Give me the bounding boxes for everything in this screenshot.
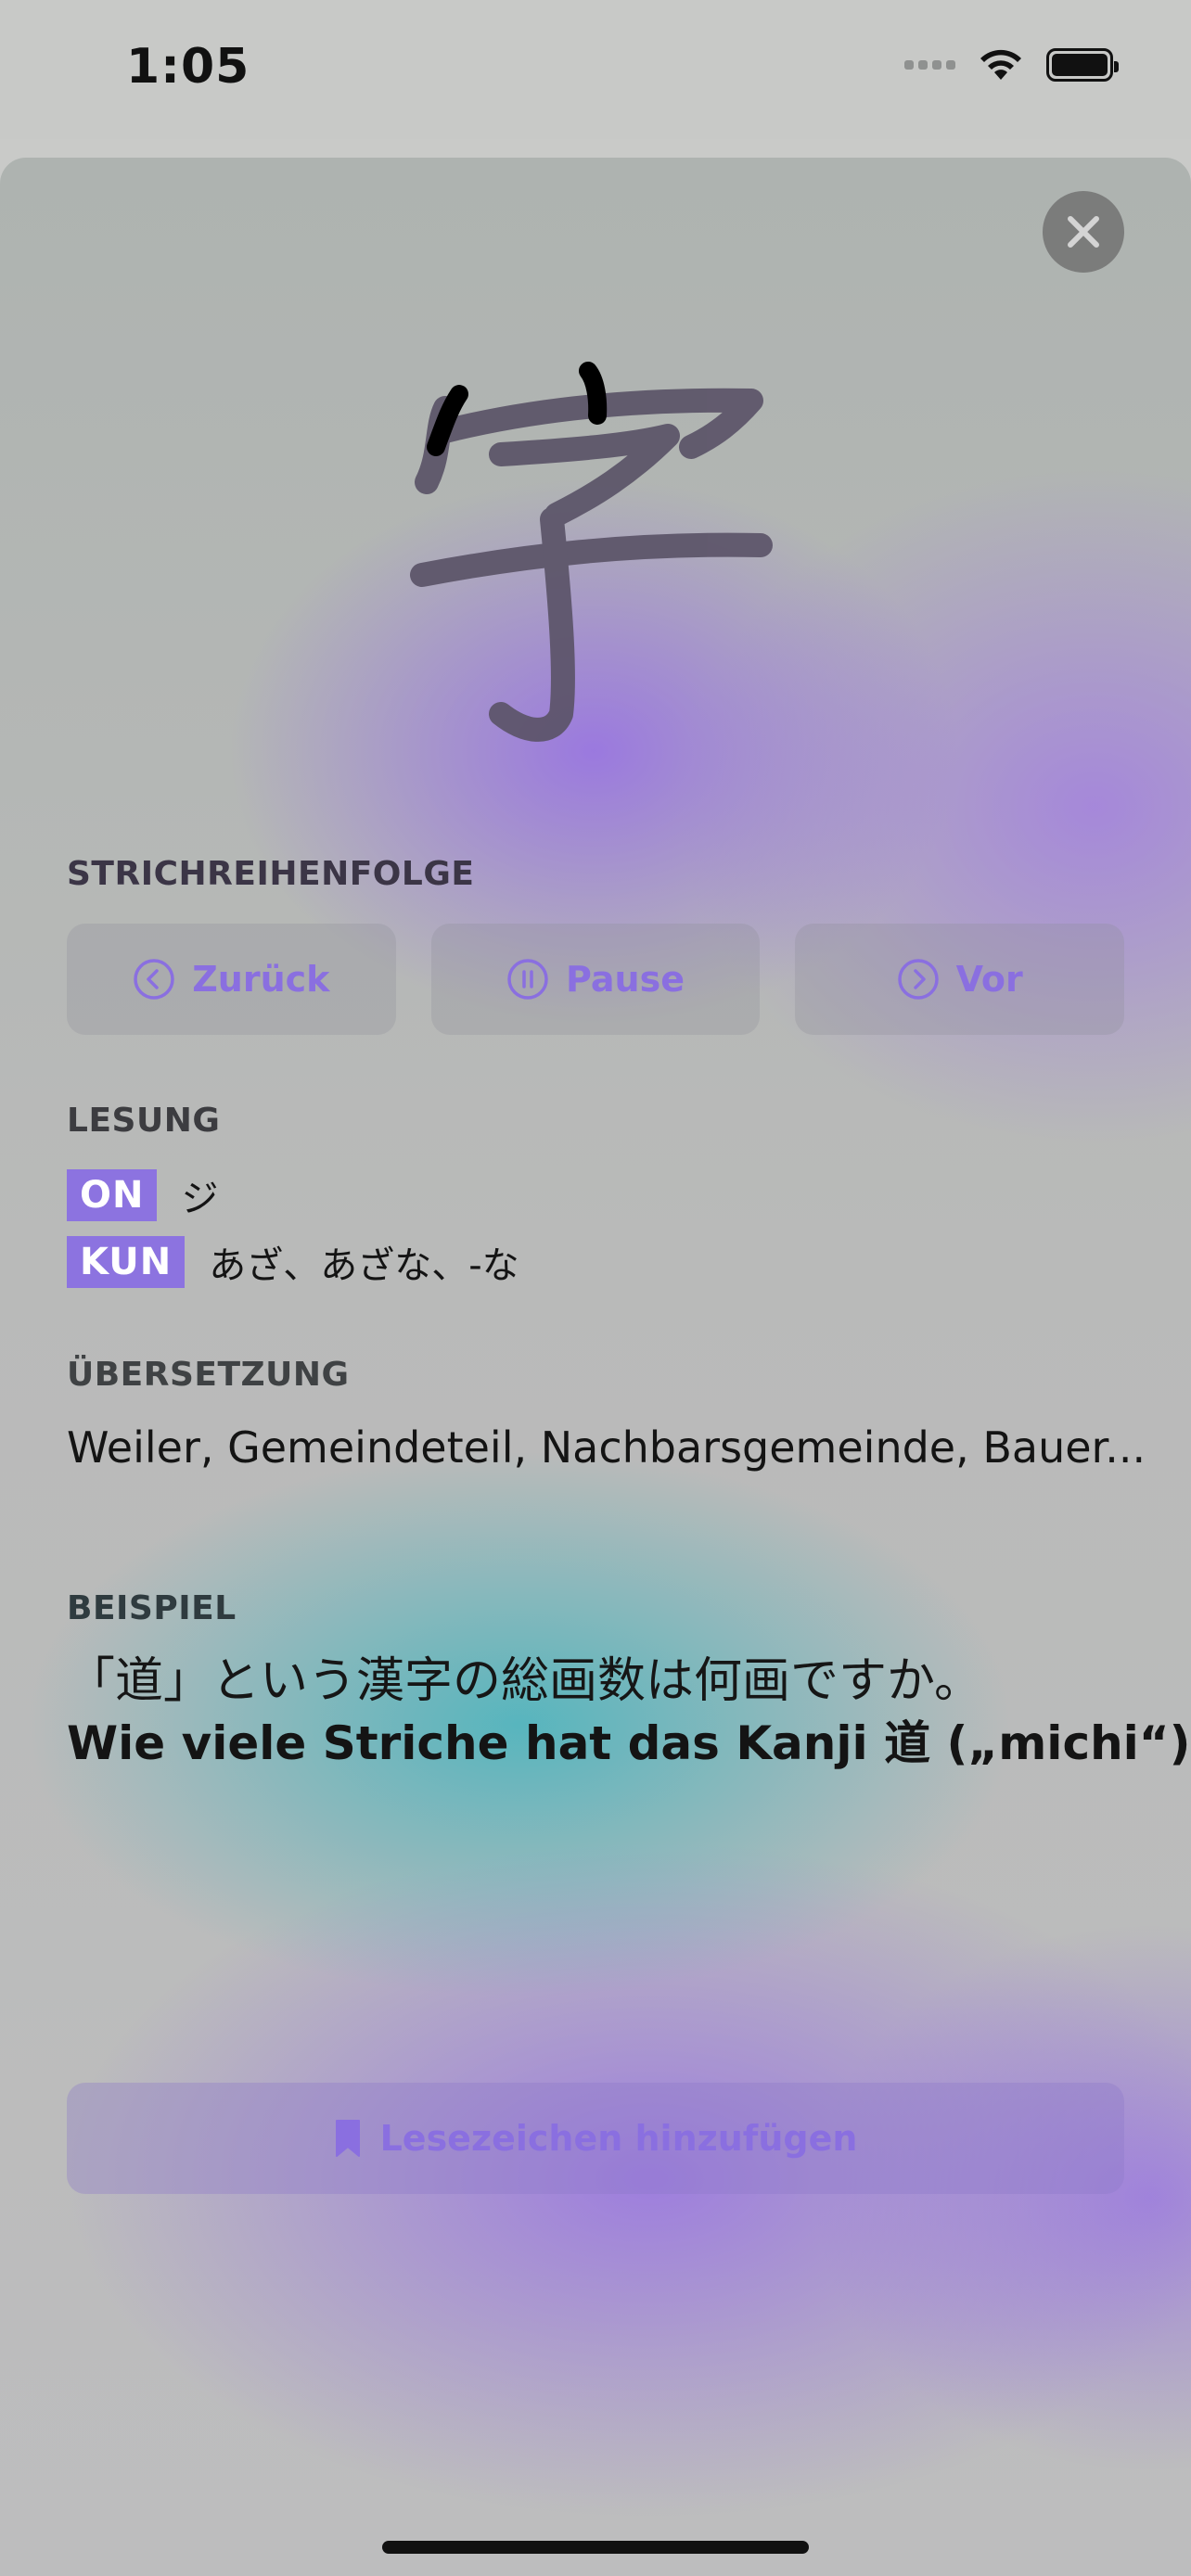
- close-button[interactable]: [1043, 191, 1124, 273]
- translation-text: Weiler, Gemeindeteil, Nachbarsgemeinde, …: [67, 1422, 1146, 1473]
- stroke-forward-button[interactable]: Vor: [795, 924, 1125, 1035]
- wifi-icon: [980, 49, 1021, 80]
- example-heading: BEISPIEL: [67, 1589, 237, 1627]
- stroke-forward-label: Vor: [955, 959, 1023, 1000]
- status-time: 1:05: [126, 39, 250, 95]
- add-bookmark-label: Lesezeichen hinzufügen: [379, 2118, 858, 2159]
- add-bookmark-button[interactable]: Lesezeichen hinzufügen: [67, 2083, 1124, 2194]
- cellular-signal-icon: [904, 60, 955, 70]
- kanji-stroke-drawing: [410, 362, 773, 742]
- status-bar: 1:05: [0, 0, 1191, 139]
- stroke-back-button[interactable]: Zurück: [67, 924, 396, 1035]
- kanji-stroke: [489, 424, 680, 527]
- close-icon: [1068, 216, 1099, 248]
- stroke-pause-label: Pause: [566, 959, 685, 1000]
- on-reading-badge: ON: [67, 1169, 158, 1221]
- status-icons: [904, 46, 1119, 83]
- stroke-order-controls: Zurück Pause Vor: [67, 924, 1125, 1035]
- chevron-right-circle-icon: [897, 959, 939, 1000]
- stroke-back-label: Zurück: [192, 959, 330, 1000]
- stroke-order-heading: STRICHREIHENFOLGE: [67, 855, 475, 893]
- kun-reading-badge: KUN: [67, 1236, 186, 1288]
- chevron-left-circle-icon: [134, 959, 174, 1000]
- example-german: Wie viele Striche hat das Kanji 道 („mich…: [67, 1716, 1191, 1770]
- kanji-stroke: [410, 532, 773, 587]
- example-japanese: 「道」という漢字の総画数は何画ですか。: [67, 1653, 982, 1709]
- battery-icon: [1046, 48, 1119, 82]
- kanji-stroke-animation: 字: [390, 343, 816, 788]
- on-reading-row: ON ジ: [67, 1168, 218, 1222]
- bookmark-icon: [335, 2120, 360, 2157]
- kun-reading-value: あざ、あざな、-な: [209, 1244, 519, 1287]
- pause-circle-icon: [507, 959, 548, 1000]
- stroke-pause-button[interactable]: Pause: [430, 924, 761, 1035]
- home-indicator: [382, 2541, 809, 2554]
- kun-reading-row: KUN あざ、あざな、-な: [67, 1235, 519, 1289]
- reading-heading: LESUNG: [67, 1102, 221, 1140]
- kanji-stroke-active: [579, 362, 608, 425]
- kanji-detail-sheet: 字 STRICHREIHENFOLGE Zurück: [0, 158, 1191, 2576]
- translation-heading: ÜBERSETZUNG: [67, 1356, 350, 1394]
- on-reading-value: ジ: [181, 1178, 219, 1220]
